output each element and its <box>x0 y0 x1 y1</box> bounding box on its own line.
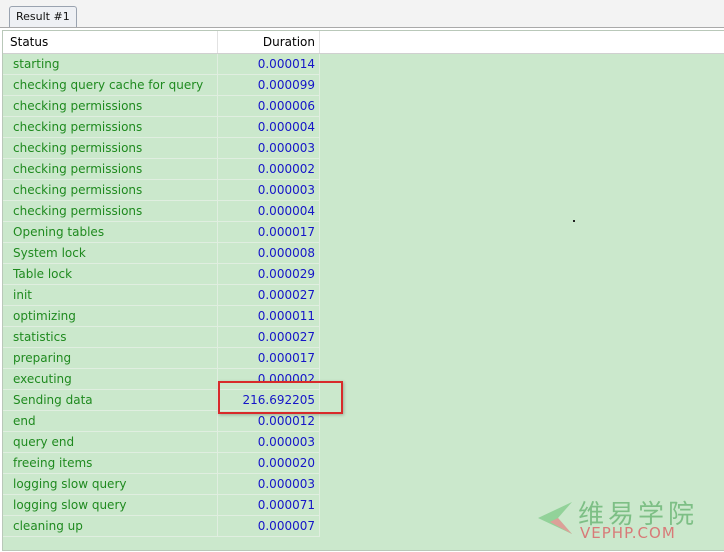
duration-cell[interactable]: 0.000003 <box>218 474 320 495</box>
mouse-cursor-dot <box>573 220 575 222</box>
column-header-status[interactable]: Status <box>3 31 218 53</box>
column-header-duration[interactable]: Duration <box>218 31 320 53</box>
watermark-english-text: VEPHP.COM <box>580 524 676 542</box>
table-row[interactable]: freeing items 0.000020 <box>3 453 321 474</box>
table-row[interactable]: checking query cache for query 0.000099 <box>3 75 321 96</box>
status-cell[interactable]: cleaning up <box>3 516 218 537</box>
status-cell[interactable]: checking permissions <box>3 201 218 222</box>
grid-header: Status Duration <box>3 31 724 54</box>
duration-cell[interactable]: 0.000003 <box>218 138 320 159</box>
status-cell[interactable]: executing <box>3 369 218 390</box>
tab-bar: Result #1 <box>0 0 724 28</box>
table-row[interactable]: logging slow query 0.000071 <box>3 495 321 516</box>
status-cell[interactable]: Sending data <box>3 390 218 411</box>
table-row[interactable]: end 0.000012 <box>3 411 321 432</box>
duration-cell[interactable]: 0.000014 <box>218 54 320 75</box>
table-row[interactable]: checking permissions 0.000006 <box>3 96 321 117</box>
status-cell[interactable]: checking permissions <box>3 96 218 117</box>
result-grid[interactable]: Status Duration starting 0.000014 checking… <box>2 30 724 551</box>
table-row[interactable]: System lock 0.000008 <box>3 243 321 264</box>
status-cell[interactable]: statistics <box>3 327 218 348</box>
duration-cell[interactable]: 0.000071 <box>218 495 320 516</box>
duration-cell[interactable]: 0.000027 <box>218 285 320 306</box>
status-cell[interactable]: starting <box>3 54 218 75</box>
status-cell[interactable]: checking query cache for query <box>3 75 218 96</box>
table-row[interactable]: checking permissions 0.000003 <box>3 180 321 201</box>
status-cell[interactable]: Table lock <box>3 264 218 285</box>
duration-cell[interactable]: 0.000003 <box>218 180 320 201</box>
duration-cell[interactable]: 0.000002 <box>218 159 320 180</box>
duration-cell[interactable]: 0.000011 <box>218 306 320 327</box>
status-cell[interactable]: Opening tables <box>3 222 218 243</box>
table-row[interactable]: query end 0.000003 <box>3 432 321 453</box>
duration-cell[interactable]: 0.000099 <box>218 75 320 96</box>
highlight-box <box>218 381 343 414</box>
duration-cell[interactable]: 0.000004 <box>218 201 320 222</box>
status-cell[interactable]: checking permissions <box>3 180 218 201</box>
status-cell[interactable]: logging slow query <box>3 474 218 495</box>
table-row[interactable]: Table lock 0.000029 <box>3 264 321 285</box>
duration-cell[interactable]: 0.000020 <box>218 453 320 474</box>
vephp-logo-icon <box>538 502 572 534</box>
duration-cell[interactable]: 0.000007 <box>218 516 320 537</box>
duration-cell[interactable]: 0.000008 <box>218 243 320 264</box>
watermark: 维易学院 VEPHP.COM <box>534 494 709 544</box>
table-row[interactable]: starting 0.000014 <box>3 54 321 75</box>
table-row[interactable]: logging slow query 0.000003 <box>3 474 321 495</box>
table-row[interactable]: statistics 0.000027 <box>3 327 321 348</box>
table-row[interactable]: checking permissions 0.000004 <box>3 201 321 222</box>
status-cell[interactable]: System lock <box>3 243 218 264</box>
status-cell[interactable]: checking permissions <box>3 159 218 180</box>
table-row[interactable]: preparing 0.000017 <box>3 348 321 369</box>
tab-result-1[interactable]: Result #1 <box>9 6 77 27</box>
table-row[interactable]: Opening tables 0.000017 <box>3 222 321 243</box>
status-cell[interactable]: logging slow query <box>3 495 218 516</box>
duration-cell[interactable]: 0.000029 <box>218 264 320 285</box>
status-cell[interactable]: init <box>3 285 218 306</box>
duration-cell[interactable]: 0.000003 <box>218 432 320 453</box>
status-cell[interactable]: query end <box>3 432 218 453</box>
duration-cell[interactable]: 0.000027 <box>218 327 320 348</box>
status-cell[interactable]: preparing <box>3 348 218 369</box>
duration-cell[interactable]: 0.000004 <box>218 117 320 138</box>
table-row[interactable]: init 0.000027 <box>3 285 321 306</box>
duration-cell[interactable]: 0.000006 <box>218 96 320 117</box>
status-cell[interactable]: end <box>3 411 218 432</box>
duration-cell[interactable]: 0.000017 <box>218 222 320 243</box>
duration-cell[interactable]: 0.000012 <box>218 411 320 432</box>
table-row[interactable]: checking permissions 0.000003 <box>3 138 321 159</box>
duration-cell[interactable]: 0.000017 <box>218 348 320 369</box>
status-cell[interactable]: checking permissions <box>3 138 218 159</box>
status-cell[interactable]: optimizing <box>3 306 218 327</box>
status-cell[interactable]: checking permissions <box>3 117 218 138</box>
table-row[interactable]: cleaning up 0.000007 <box>3 516 321 537</box>
table-row[interactable]: checking permissions 0.000002 <box>3 159 321 180</box>
status-cell[interactable]: freeing items <box>3 453 218 474</box>
table-row[interactable]: optimizing 0.000011 <box>3 306 321 327</box>
grid-rows: starting 0.000014 checking query cache for… <box>3 54 321 537</box>
table-row[interactable]: checking permissions 0.000004 <box>3 117 321 138</box>
